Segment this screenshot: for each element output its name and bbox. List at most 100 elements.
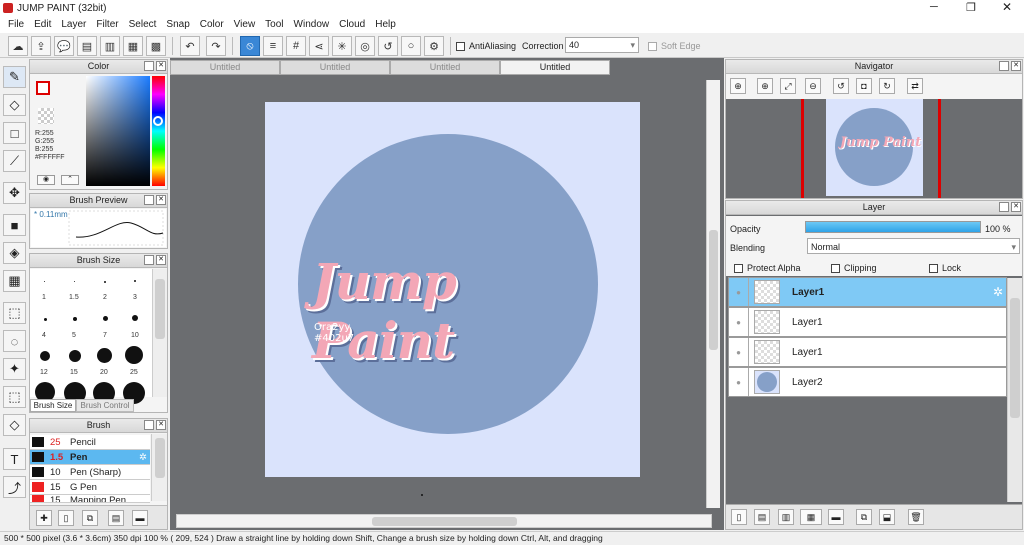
grid-icon[interactable]: ▩ [146,36,166,56]
radial-snap-icon[interactable]: ✳ [332,36,352,56]
layer-list-scrollbar[interactable] [1007,278,1022,502]
menu-color[interactable]: Color [195,17,229,33]
panel-float-icon[interactable] [144,420,154,430]
new-brush-icon[interactable]: ▯ [58,510,74,526]
tab-untitled-active[interactable]: Untitled [500,60,610,75]
shape-snap-icon[interactable]: ○ [401,36,421,56]
redo-icon[interactable]: ↷ [206,36,226,56]
curve-snap-icon[interactable]: ↺ [378,36,398,56]
lock-toggle[interactable]: Lock [929,263,961,274]
canvas-horizontal-scrollbar[interactable] [176,514,712,528]
select-eraser-tool-icon[interactable]: ◇ [3,414,26,436]
layer-visibility-icon[interactable]: ● [729,278,749,306]
color-saturation-field[interactable] [86,76,150,186]
layer-visibility-icon[interactable]: ● [729,308,749,336]
brush-tool-icon[interactable]: ✎ [3,66,26,88]
foreground-color-swatch[interactable] [36,81,50,95]
panel-close-icon[interactable]: ✕ [156,255,166,265]
select-tool-icon[interactable]: ⬚ [3,302,26,324]
new-halftone-layer-icon[interactable]: ▦ [800,509,822,525]
vanish-snap-icon[interactable]: ⋖ [309,36,329,56]
antialiasing-toggle[interactable]: AntiAliasing [456,41,516,52]
layer-row[interactable]: ● Layer2 [728,367,1007,397]
brush-size-option[interactable]: 3 [133,294,137,301]
panel-float-icon[interactable] [144,255,154,265]
brush-item-mapping-pen[interactable]: 15 Mapping Pen [30,495,150,503]
menu-snap[interactable]: Snap [161,17,194,33]
share-icon[interactable]: ⇪ [31,36,51,56]
copy-brush-icon[interactable]: ⧉ [82,510,98,526]
brush-size-scrollbar[interactable] [152,269,167,397]
rect-select-tool-icon[interactable]: □ [3,122,26,144]
page-icon[interactable]: ▦ [123,36,143,56]
color-swap-button[interactable]: ⌃ [61,175,79,185]
menu-select[interactable]: Select [124,17,162,33]
magic-wand-tool-icon[interactable]: ✦ [3,358,26,380]
bucket-tool-icon[interactable]: ◈ [3,242,26,264]
reset-rotation-icon[interactable]: ◘ [856,78,872,94]
new-layer-8bit-icon[interactable]: ▤ [754,509,770,525]
panel-float-icon[interactable] [999,61,1009,71]
fit-window-icon[interactable]: ⤢ [780,78,796,94]
tab-untitled[interactable]: Untitled [170,60,280,75]
zoom-out-icon[interactable]: ⊖ [805,78,821,94]
menu-help[interactable]: Help [370,17,401,33]
panel-float-icon[interactable] [999,202,1009,212]
clipping-toggle[interactable]: Clipping [831,263,877,274]
menu-filter[interactable]: Filter [91,17,123,33]
menu-tool[interactable]: Tool [260,17,288,33]
gear-icon[interactable]: ✲ [993,285,1003,299]
brush-size-option[interactable]: 1 [42,294,46,301]
settings-icon[interactable]: ⚙ [424,36,444,56]
zoom-in-icon[interactable]: ⊕ [730,78,746,94]
blending-select[interactable]: Normal ▾ [807,238,1020,254]
merge-layer-icon[interactable]: ⬓ [879,509,895,525]
panel-close-icon[interactable]: ✕ [1011,202,1021,212]
move-tool-icon[interactable]: ✥ [3,182,26,204]
brush-size-option[interactable]: 12 [40,369,48,376]
soft-edge-toggle[interactable]: Soft Edge [648,41,701,52]
add-brush-icon[interactable]: ✚ [36,510,52,526]
tab-untitled[interactable]: Untitled [390,60,500,75]
brush-size-option[interactable]: 4 [42,332,46,339]
document-icon[interactable]: ▥ [100,36,120,56]
menu-window[interactable]: Window [289,17,335,33]
layer-row[interactable]: ● Layer1 ✲ [728,277,1007,307]
clipping-checkbox[interactable] [831,264,840,274]
canvas-vertical-scrollbar[interactable] [706,80,720,508]
maximize-button[interactable]: ❐ [966,1,976,14]
brush-folder-icon[interactable]: ▬ [132,510,148,526]
layer-row[interactable]: ● Layer1 [728,337,1007,367]
fill-rect-tool-icon[interactable]: ■ [3,214,26,236]
layer-visibility-icon[interactable]: ● [729,368,749,396]
lasso-tool-icon[interactable]: ◌ [3,330,26,352]
brush-settings-icon[interactable]: ▤ [108,510,124,526]
tab-brush-control[interactable]: Brush Control [76,399,134,412]
rotate-left-icon[interactable]: ↺ [833,78,849,94]
navigator-preview[interactable]: Jump Paint [726,99,1022,198]
panel-close-icon[interactable]: ✕ [156,61,166,71]
panel-close-icon[interactable]: ✕ [156,420,166,430]
hue-handle[interactable] [153,116,163,126]
panel-float-icon[interactable] [144,61,154,71]
brush-item-pen[interactable]: 1.5 Pen ✲ [30,450,150,465]
rotate-right-icon[interactable]: ↻ [879,78,895,94]
flip-icon[interactable]: ⇄ [907,78,923,94]
undo-icon[interactable]: ↶ [180,36,200,56]
brush-size-option[interactable]: 15 [70,369,78,376]
protect-alpha-toggle[interactable]: Protect Alpha [734,263,801,274]
color-picker-button[interactable]: ◉ [37,175,55,185]
parallel-snap-icon[interactable]: ≡ [263,36,283,56]
protect-alpha-checkbox[interactable] [734,264,743,274]
soft-edge-checkbox[interactable] [648,42,657,52]
delete-layer-icon[interactable]: 🗑 [908,509,924,525]
menu-file[interactable]: File [3,17,29,33]
comment-icon[interactable]: 💬 [54,36,74,56]
antialiasing-checkbox[interactable] [456,42,465,52]
brush-size-option[interactable]: 7 [103,332,107,339]
brush-item-pencil[interactable]: 25 Pencil [30,435,150,450]
layer-visibility-icon[interactable]: ● [729,338,749,366]
text-tool-icon[interactable]: T [3,448,26,470]
tab-brush-size[interactable]: Brush Size [30,399,76,412]
new-folder-icon[interactable]: ▬ [828,509,844,525]
